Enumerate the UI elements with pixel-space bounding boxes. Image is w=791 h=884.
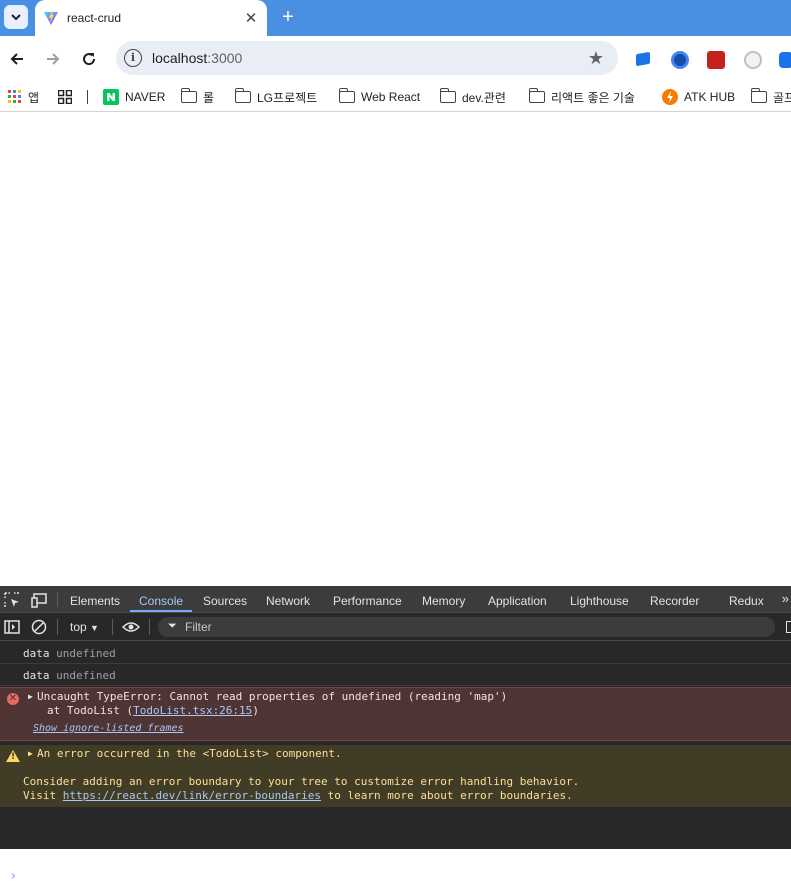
devtools-divider [57,592,58,607]
tab-redux[interactable]: Redux [729,594,764,608]
console-prompt[interactable]: › [9,868,17,884]
source-location-link[interactable]: TodoList.tsx:26:15 [133,704,252,717]
warning-hint: Consider adding an error boundary to you… [23,775,580,788]
devtools-panel: Elements Console Sources Network Perform… [0,586,791,884]
bookmark-atk-hub[interactable]: ATK HUB [662,88,735,106]
forward-button[interactable] [39,45,67,73]
error-message: Uncaught TypeError: Cannot read properti… [37,690,508,703]
expand-triangle-icon[interactable]: ▶ [28,749,33,758]
tab-performance[interactable]: Performance [333,594,402,608]
atk-icon [662,89,678,105]
devtools-tabbar: Elements Console Sources Network Perform… [0,586,791,613]
warning-message: An error occurred in the <TodoList> comp… [37,747,342,760]
console-log-row: data undefined [0,664,791,686]
apps-grid-icon [8,90,22,104]
tab-elements[interactable]: Elements [70,594,120,608]
browser-tab[interactable]: react-crud ✕ [35,0,267,36]
tab-console[interactable]: Console [139,594,183,608]
bookmarks-bar: 앱 NAVER 롤 LG프로젝트 Web React dev.관련 리액트 좋은… [0,82,791,112]
more-tabs-icon[interactable]: » [782,591,789,606]
new-tab-button[interactable]: + [277,6,299,28]
bookmark-folder-lol[interactable]: 롤 [180,88,214,106]
address-bar[interactable]: i localhost:3000 ★ [116,41,618,75]
folder-icon [528,88,545,103]
bookmark-star-icon[interactable]: ★ [588,48,604,69]
tab-recorder[interactable]: Recorder [650,594,699,608]
tab-application[interactable]: Application [488,594,547,608]
bookmark-tab-groups[interactable] [58,88,78,106]
show-ignore-listed-link[interactable]: Show ignore-listed frames [33,723,184,734]
arrow-right-icon [47,53,60,65]
console-warning-row: ▶ An error occurred in the <TodoList> co… [0,745,791,807]
chevron-down-icon [11,14,21,21]
page-viewport [0,113,791,586]
bookmark-folder-lg[interactable]: LG프로젝트 [234,88,317,106]
settings-panel-icon[interactable] [786,621,791,633]
url-text[interactable]: localhost:3000 [152,50,242,66]
bookmarks-divider [87,90,88,104]
close-icon[interactable]: ✕ [241,8,261,28]
error-stack-line: at TodoList (TodoList.tsx:26:15) [47,704,259,717]
vite-icon [44,11,58,25]
console-log-row: data undefined [0,642,791,664]
console-toolbar: top ▼ ⏷ Filter [0,614,791,641]
warning-link-line: Visit https://react.dev/link/error-bound… [23,789,573,802]
toolbar-divider [57,619,58,635]
eye-icon[interactable] [122,619,140,635]
extensions-puzzle-icon[interactable] [779,52,791,68]
tab-search-button[interactable] [4,5,28,29]
naver-icon [103,89,119,105]
toolbar-divider [149,619,150,635]
error-icon: ✕ [7,693,19,705]
bookmark-naver[interactable]: NAVER [103,88,165,106]
warning-icon [6,750,20,762]
inspect-element-icon[interactable] [4,592,20,608]
browser-toolbar: i localhost:3000 ★ [0,36,791,82]
bookmark-folder-web-react[interactable]: Web React [338,88,420,106]
folder-icon [439,88,456,103]
bookmark-folder-dev[interactable]: dev.관련 [439,88,506,106]
sidebar-toggle-icon[interactable] [4,619,20,635]
filter-icon: ⏷ [168,620,177,632]
folder-icon [180,88,197,103]
tab-title: react-crud [67,11,122,25]
tab-sources[interactable]: Sources [203,594,247,608]
tab-groups-icon [58,90,72,104]
expand-triangle-icon[interactable]: ▶ [28,692,33,701]
tab-network[interactable]: Network [266,594,310,608]
extension-1-icon[interactable] [636,51,650,67]
extension-4-icon[interactable] [744,51,762,69]
console-error-row: ✕ ▶ Uncaught TypeError: Cannot read prop… [0,687,791,741]
tab-strip: react-crud ✕ + [0,0,791,36]
tab-lighthouse[interactable]: Lighthouse [570,594,629,608]
active-tab-indicator [130,610,192,612]
error-boundaries-link[interactable]: https://react.dev/link/error-boundaries [63,789,321,802]
extension-2-icon[interactable] [671,51,689,69]
toolbar-divider [112,619,113,635]
extension-3-icon[interactable] [707,51,725,69]
site-info-icon[interactable]: i [124,49,142,67]
folder-icon [750,88,767,103]
tab-memory[interactable]: Memory [422,594,465,608]
bookmark-apps[interactable]: 앱 [8,88,39,106]
dropdown-arrow-icon: ▼ [90,623,99,633]
console-filter-input[interactable]: ⏷ Filter [158,617,775,637]
bookmark-folder-golf[interactable]: 골프 [750,88,791,106]
context-selector[interactable]: top ▼ [70,620,99,634]
device-toolbar-icon[interactable] [31,592,47,608]
arrow-left-icon [10,53,23,65]
folder-icon [234,88,251,103]
folder-icon [338,88,355,103]
back-button[interactable] [3,45,31,73]
reload-button[interactable] [75,45,103,73]
reload-icon [83,53,96,66]
bookmark-folder-react-tech[interactable]: 리액트 좋은 기술 [528,88,635,106]
clear-console-icon[interactable] [31,619,47,635]
